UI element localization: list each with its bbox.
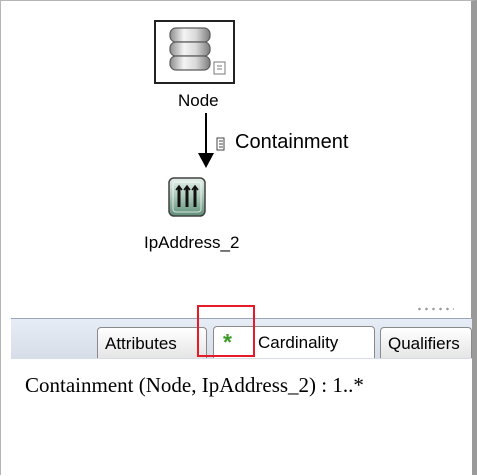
cardinality-panel: Containment (Node, IpAddress_2) : 1..*	[11, 359, 472, 476]
ipaddress-label: IpAddress_2	[144, 233, 240, 252]
node-node[interactable]	[154, 20, 235, 84]
cardinality-text: Containment (Node, IpAddress_2) : 1..*	[25, 373, 364, 397]
diagram-window: Node Containment IpAddress_2 Attributes …	[0, 0, 477, 476]
node-label: Node	[178, 91, 219, 110]
tab-cardinality-label: Cardinality	[258, 333, 339, 352]
edge-label: Containment	[235, 131, 349, 153]
arrow-head-icon	[198, 153, 214, 168]
tab-bar: Attributes * Cardinality Qualifiers	[11, 318, 472, 360]
tab-qualifiers-label: Qualifiers	[388, 334, 460, 353]
asterisk-icon: *	[223, 329, 232, 355]
tab-attributes[interactable]: Attributes	[97, 327, 207, 358]
diagram-canvas[interactable]: Node Containment IpAddress_2	[13, 3, 471, 312]
tab-qualifiers[interactable]: Qualifiers	[380, 327, 472, 358]
tab-cardinality[interactable]: * Cardinality	[213, 326, 375, 358]
database-icon	[169, 27, 226, 75]
containment-edge[interactable]	[205, 113, 207, 158]
relationship-icon	[216, 137, 225, 151]
resize-grip-icon[interactable]	[416, 306, 454, 312]
ip-address-icon[interactable]	[165, 176, 215, 218]
tab-attributes-label: Attributes	[105, 334, 177, 353]
